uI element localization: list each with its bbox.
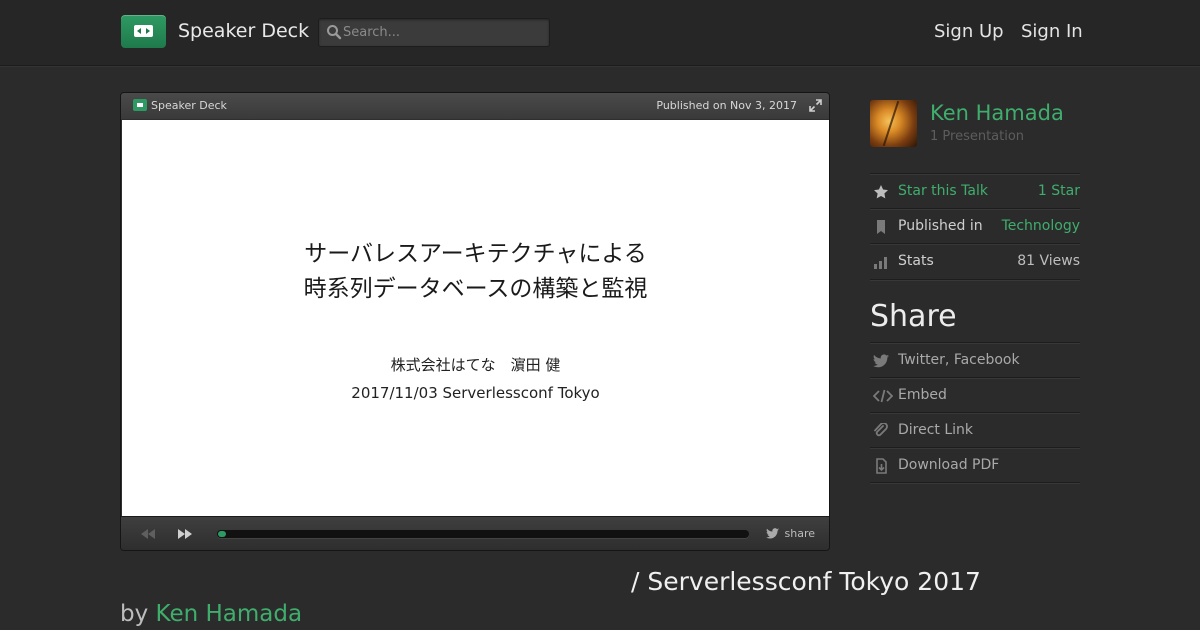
talk-title: / Serverlessconf Tokyo 2017	[631, 567, 981, 596]
bookmark-icon	[877, 220, 885, 234]
divider	[870, 279, 1080, 280]
download-icon	[876, 458, 887, 474]
share-heading: Share	[870, 299, 957, 334]
player-topbar: Speaker Deck Published on Nov 3, 2017	[121, 93, 829, 119]
fast-forward-icon[interactable]	[177, 528, 193, 540]
bar-chart-icon	[874, 257, 887, 269]
twitter-bird-icon	[766, 528, 779, 539]
published-date: Published on Nov 3, 2017	[656, 99, 797, 112]
site-brand[interactable]: Speaker Deck	[178, 20, 309, 42]
twitter-bird-icon	[873, 354, 889, 368]
share-twitter-facebook-label[interactable]: Twitter, Facebook	[898, 352, 1020, 368]
share-download-pdf[interactable]: Download PDF	[870, 447, 1080, 482]
slide-player: Speaker Deck Published on Nov 3, 2017 サー…	[120, 92, 830, 551]
byline: by Ken Hamada	[120, 601, 302, 627]
star-icon	[874, 185, 888, 199]
sign-up-link[interactable]: Sign Up	[934, 21, 1004, 42]
slide-title-line: 時系列データベースの構築と監視	[303, 276, 648, 302]
views-count: 81 Views	[1017, 253, 1080, 269]
slide-title-line: サーバレスアーキテクチャによる	[304, 241, 647, 267]
divider	[870, 482, 1080, 483]
search-icon	[327, 25, 342, 40]
search-input[interactable]	[343, 19, 543, 46]
star-talk-row[interactable]: Star this Talk 1 Star	[870, 173, 1080, 208]
share-download-pdf-label[interactable]: Download PDF	[898, 457, 999, 473]
user-name-link[interactable]: Ken Hamada	[930, 101, 1064, 125]
category-link[interactable]: Technology	[1002, 218, 1080, 234]
sign-in-link[interactable]: Sign In	[1021, 21, 1083, 42]
published-in-row: Published in Technology	[870, 208, 1080, 243]
share-twitter-facebook[interactable]: Twitter, Facebook	[870, 342, 1080, 377]
fullscreen-icon[interactable]	[809, 99, 822, 112]
byline-prefix: by	[120, 601, 156, 627]
speaker-deck-mini-logo-icon[interactable]	[133, 99, 147, 111]
presentation-count: 1 Presentation	[930, 129, 1025, 144]
slide-canvas[interactable]: サーバレスアーキテクチャによる 時系列データベースの構築と監視 株式会社はてな …	[122, 120, 829, 516]
avatar[interactable]	[870, 100, 917, 147]
slide-subtitle-line: 株式会社はてな 濵田 健	[390, 356, 561, 374]
site-header: Speaker Deck Sign Up Sign In	[0, 0, 1200, 66]
byline-author-link[interactable]: Ken Hamada	[156, 601, 303, 627]
progress-track[interactable]	[217, 530, 749, 538]
player-controls: share	[121, 516, 829, 550]
search-box[interactable]	[318, 18, 550, 47]
paperclip-icon	[874, 423, 888, 437]
progress-fill	[218, 531, 226, 537]
published-in-label: Published in	[898, 218, 983, 234]
player-brand[interactable]: Speaker Deck	[151, 99, 227, 112]
share-embed-label[interactable]: Embed	[898, 387, 947, 403]
star-count[interactable]: 1 Star	[1038, 183, 1080, 199]
rewind-icon[interactable]	[140, 528, 156, 540]
player-share-button[interactable]: share	[785, 527, 816, 540]
share-embed[interactable]: Embed	[870, 377, 1080, 412]
star-talk-label[interactable]: Star this Talk	[898, 183, 988, 199]
speaker-deck-logo-icon[interactable]	[121, 15, 166, 48]
slide-subtitle-line: 2017/11/03 Serverlessconf Tokyo	[351, 384, 600, 402]
code-icon	[873, 389, 893, 403]
share-direct-link-label[interactable]: Direct Link	[898, 422, 973, 438]
stats-label: Stats	[898, 253, 934, 269]
share-direct-link[interactable]: Direct Link	[870, 412, 1080, 447]
stats-row: Stats 81 Views	[870, 243, 1080, 278]
